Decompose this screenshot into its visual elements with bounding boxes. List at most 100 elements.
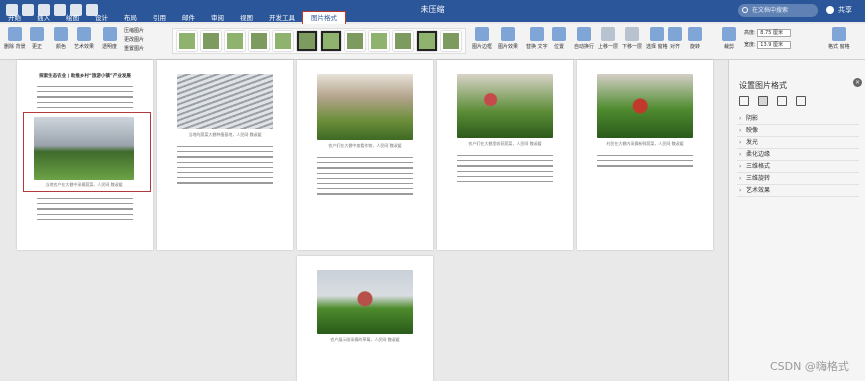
section-reflection[interactable]: › 映像 xyxy=(737,125,859,137)
chevron-right-icon: › xyxy=(739,163,742,170)
chevron-right-icon: › xyxy=(739,187,742,194)
height-field[interactable]: 高度: 8.75 厘米 xyxy=(744,29,792,37)
fill-line-icon[interactable] xyxy=(739,96,749,106)
search-icon xyxy=(742,7,748,13)
page-3[interactable]: 农户们在大棚中查看作物，人民网 魏淑媛 xyxy=(297,60,433,250)
transparency-icon xyxy=(102,27,117,41)
section-3d-format[interactable]: › 三维格式 xyxy=(737,161,859,173)
picture-icon[interactable] xyxy=(796,96,806,106)
artistic-effects-icon xyxy=(77,27,91,41)
align-button[interactable]: 对齐 xyxy=(668,27,682,50)
picture-style-thumb[interactable] xyxy=(369,31,389,51)
artistic-effects-button[interactable]: 艺术效果 xyxy=(74,27,94,50)
close-icon[interactable]: × xyxy=(853,78,862,87)
page-6-caption: 农户展示刚采摘的草莓，人民网 魏淑媛 xyxy=(330,337,400,342)
chevron-right-icon: › xyxy=(739,151,742,158)
section-soft-edges[interactable]: › 柔化边缘 xyxy=(737,149,859,161)
pane-tab-icons xyxy=(739,96,806,106)
page-1[interactable]: 探索生态农业 | 助推乡村“旅游小镇”产业发展 当地农户在大棚中采摘蔬菜，人民网… xyxy=(17,60,153,250)
picture-style-thumb[interactable] xyxy=(201,31,221,51)
picture-effects-button[interactable]: 图片效果 xyxy=(498,27,518,50)
picture-effects-icon xyxy=(501,27,515,41)
picture-style-thumb[interactable] xyxy=(441,31,461,51)
page-1-caption: 当地农户在大棚中采摘蔬菜，人民网 魏淑媛 xyxy=(45,182,123,187)
bring-forward-button[interactable]: 上移一层 xyxy=(598,27,618,50)
change-picture-button[interactable]: 更改图片 xyxy=(124,36,144,45)
tab-review[interactable]: 审阅 xyxy=(203,12,232,24)
remove-background-button[interactable]: 删除 背景 xyxy=(4,27,26,50)
picture-style-thumb[interactable] xyxy=(225,31,245,51)
page-2[interactable]: 当地的蔬菜大棚种植基地，人民网 魏淑媛 xyxy=(157,60,293,250)
section-artistic-effects[interactable]: › 艺术效果 xyxy=(737,185,859,197)
tab-draw[interactable]: 绘图 xyxy=(58,12,87,24)
picture-style-thumb[interactable] xyxy=(297,31,317,51)
send-backward-button[interactable]: 下移一层 xyxy=(622,27,642,50)
picture-styles-gallery[interactable] xyxy=(172,28,466,54)
search-input[interactable]: 在文档中搜索 xyxy=(738,4,818,17)
page-5-photo[interactable] xyxy=(597,74,693,138)
picture-style-thumb[interactable] xyxy=(417,31,437,51)
page-1-text-2 xyxy=(37,198,133,224)
align-icon xyxy=(668,27,682,41)
page-4[interactable]: 农户们在大棚里收获蔬菜，人民网 魏淑媛 xyxy=(437,60,573,250)
page-4-photo[interactable] xyxy=(457,74,553,138)
page-4-text xyxy=(457,155,553,186)
picture-border-button[interactable]: 图片边框 xyxy=(472,27,492,50)
width-field[interactable]: 宽度: 13.9 厘米 xyxy=(744,41,792,49)
picture-style-thumb[interactable] xyxy=(393,31,413,51)
compress-picture-button[interactable]: 压缩图片 xyxy=(124,27,144,36)
picture-style-thumb[interactable] xyxy=(273,31,293,51)
section-3d-rotation[interactable]: › 三维旋转 xyxy=(737,173,859,185)
tab-mailings[interactable]: 邮件 xyxy=(174,12,203,24)
rotate-icon xyxy=(688,27,702,41)
position-button[interactable]: 位置 xyxy=(552,27,566,50)
alt-text-icon xyxy=(529,27,544,41)
tab-insert[interactable]: 插入 xyxy=(29,12,58,24)
section-shadow[interactable]: › 阴影 xyxy=(737,113,859,125)
tab-layout[interactable]: 布局 xyxy=(116,12,145,24)
format-pane-button[interactable]: 格式 窗格 xyxy=(828,27,850,50)
tab-references[interactable]: 引用 xyxy=(145,12,174,24)
page-3-caption: 农户们在大棚中查看作物，人民网 魏淑媛 xyxy=(328,143,402,148)
page-2-photo[interactable] xyxy=(177,74,273,129)
width-input[interactable]: 13.9 厘米 xyxy=(757,41,792,49)
alt-text-button[interactable]: 替换 文字 xyxy=(526,27,548,50)
reset-picture-button[interactable]: 重置图片 xyxy=(124,45,144,54)
corrections-icon xyxy=(30,27,44,41)
wrap-text-icon xyxy=(577,27,591,41)
tab-view[interactable]: 视图 xyxy=(232,12,261,24)
page-5[interactable]: 村民在大棚内采摘新鲜蔬菜，人民网 魏淑媛 xyxy=(577,60,713,250)
rotate-button[interactable]: 旋转 xyxy=(688,27,702,50)
word-window: 未压缩 在文档中搜索 共享 开始 插入 绘图 设计 布局 引用 邮件 审阅 视图… xyxy=(0,0,865,381)
section-glow[interactable]: › 发光 xyxy=(737,137,859,149)
tab-design[interactable]: 设计 xyxy=(87,12,116,24)
picture-style-thumb[interactable] xyxy=(321,31,341,51)
selection-pane-button[interactable]: 选择 窗格 xyxy=(646,27,668,50)
tab-home[interactable]: 开始 xyxy=(0,12,29,24)
color-button[interactable]: 颜色 xyxy=(54,27,68,50)
share-icon xyxy=(826,6,834,14)
tab-picture-format[interactable]: 图片格式 xyxy=(302,11,346,25)
picture-style-thumb[interactable] xyxy=(345,31,365,51)
tab-developer[interactable]: 开发工具 xyxy=(261,12,303,24)
page-5-text xyxy=(597,155,693,171)
wrap-text-button[interactable]: 自动换行 xyxy=(574,27,594,50)
position-icon xyxy=(552,27,566,41)
layout-size-icon[interactable] xyxy=(777,96,787,106)
transparency-button[interactable]: 透明度 xyxy=(102,27,117,50)
page-2-caption: 当地的蔬菜大棚种植基地，人民网 魏淑媛 xyxy=(188,132,262,137)
share-button[interactable]: 共享 xyxy=(826,5,852,15)
effects-icon[interactable] xyxy=(758,96,768,106)
crop-button[interactable]: 裁剪 xyxy=(722,27,736,50)
page-3-text xyxy=(317,157,413,199)
page-3-photo[interactable] xyxy=(317,74,413,140)
picture-style-thumb[interactable] xyxy=(249,31,269,51)
page-6-photo[interactable] xyxy=(317,270,413,334)
chevron-right-icon: › xyxy=(739,139,742,146)
picture-tools-group: 压缩图片 更改图片 重置图片 xyxy=(124,27,144,54)
document-area[interactable]: 探索生态农业 | 助推乡村“旅游小镇”产业发展 当地农户在大棚中采摘蔬菜，人民网… xyxy=(0,60,728,381)
height-input[interactable]: 8.75 厘米 xyxy=(757,29,792,37)
picture-style-thumb[interactable] xyxy=(177,31,197,51)
corrections-button[interactable]: 更正 xyxy=(30,27,44,50)
page-6[interactable]: 农户展示刚采摘的草莓，人民网 魏淑媛 xyxy=(297,256,433,381)
